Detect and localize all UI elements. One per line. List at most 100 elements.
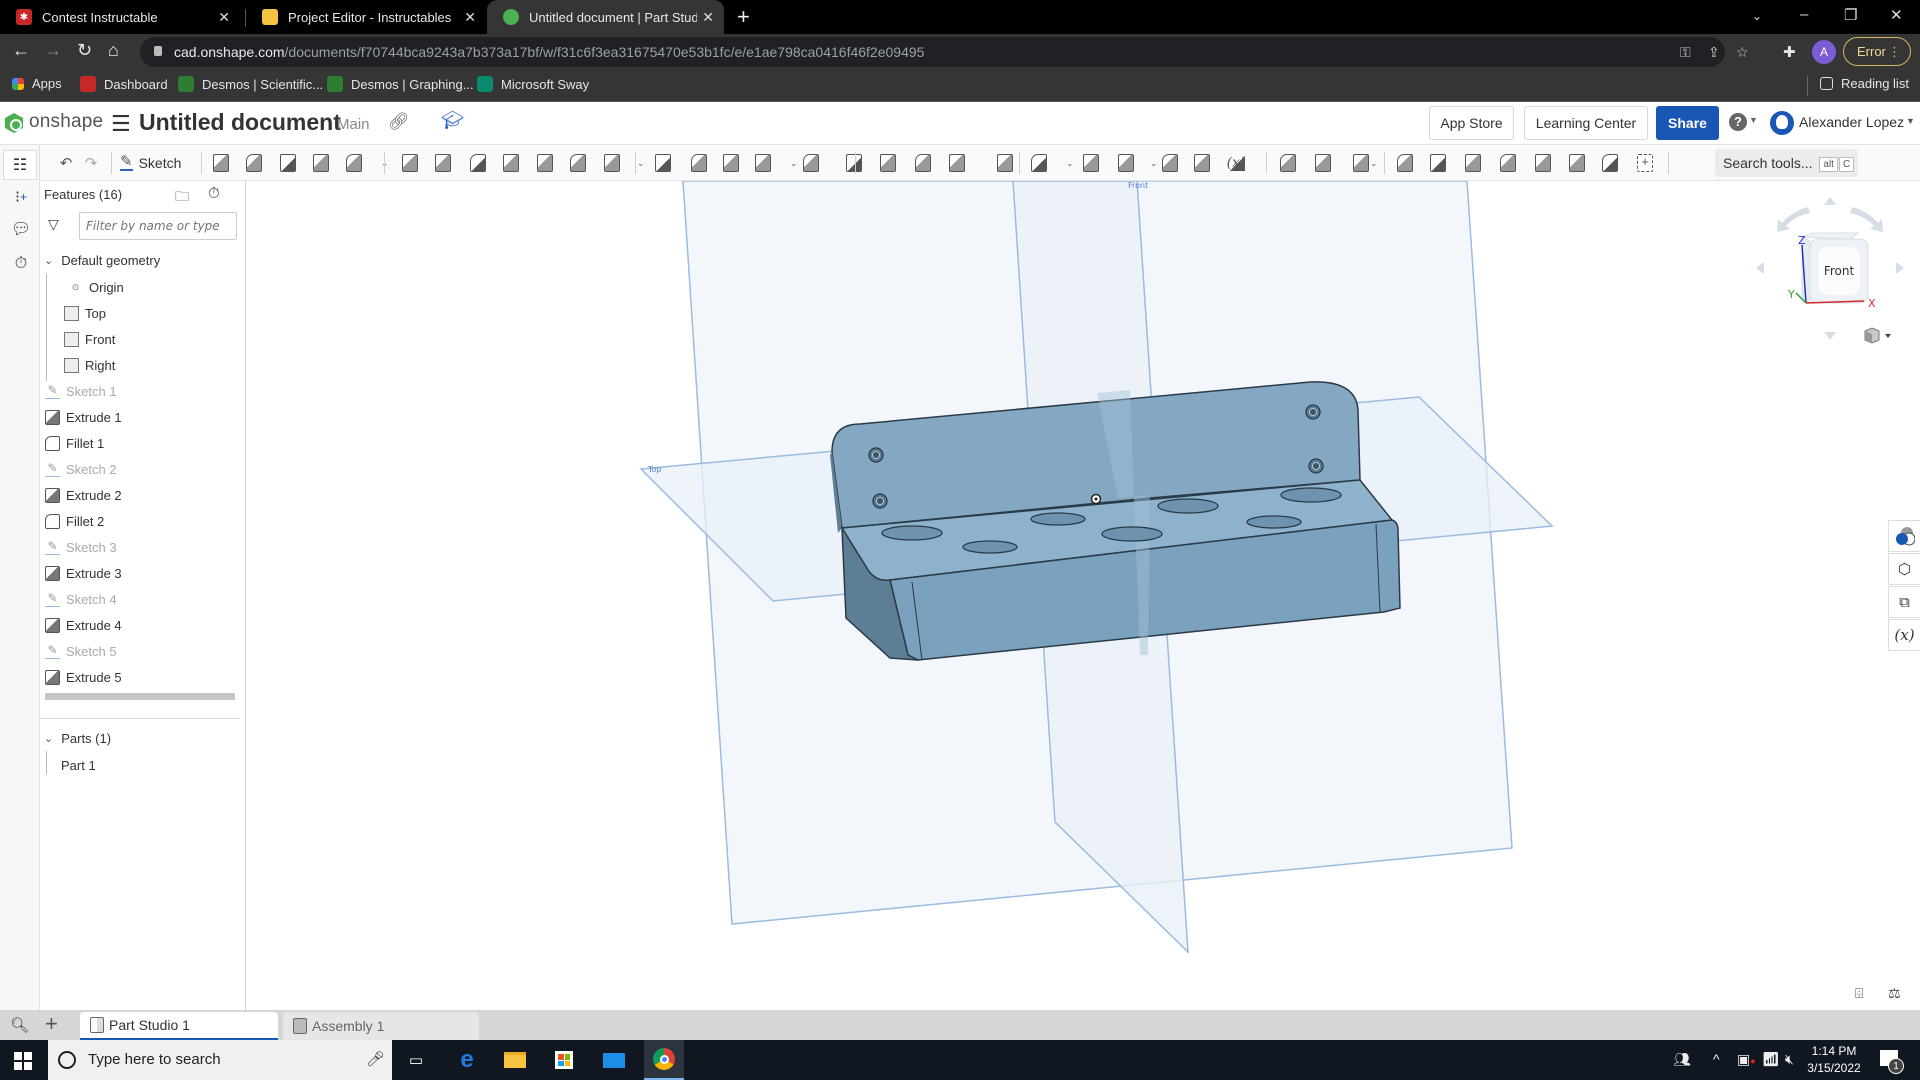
frame-trim-tool-icon[interactable]	[1462, 152, 1484, 174]
learning-center-button[interactable]: Learning Center	[1524, 106, 1648, 140]
bookmark-apps[interactable]: Apps	[12, 76, 62, 91]
show-hidden-icons[interactable]: ^	[1713, 1051, 1720, 1067]
close-window-button[interactable]: ✕	[1890, 6, 1903, 24]
add-tab-button[interactable]: +	[45, 1011, 58, 1037]
plane-tool-icon[interactable]	[1028, 152, 1050, 174]
chevron-down-icon[interactable]: ⌄	[1150, 158, 1158, 169]
microsoft-store-icon[interactable]	[550, 1046, 578, 1074]
graduation-cap-icon[interactable]: 🎓︎	[441, 110, 464, 131]
fillet-tool-icon[interactable]	[399, 152, 421, 174]
parts-group[interactable]: ⌄ Parts (1)	[44, 726, 111, 750]
chrome-icon[interactable]	[644, 1040, 684, 1080]
chevron-down-icon[interactable]: ⌄	[1370, 158, 1378, 169]
reload-icon[interactable]: ↻	[77, 40, 92, 61]
revolve-tool-icon[interactable]	[243, 152, 265, 174]
3d-scene[interactable]: Top Front	[246, 181, 1920, 1010]
part-item[interactable]: Part 1	[61, 753, 96, 777]
feature-item[interactable]: ✎ Sketch 3	[45, 535, 117, 559]
chevron-down-icon[interactable]: ⌄	[790, 158, 798, 169]
extensions-puzzle-icon[interactable]: ✚	[1783, 43, 1796, 61]
extrude-tool-icon[interactable]	[210, 152, 232, 174]
back-arrow-icon[interactable]: ←	[12, 40, 30, 61]
browser-tab[interactable]: ✱ Contest Instructable ✕	[0, 0, 240, 34]
finish-sheet-metal-tool-icon[interactable]	[1599, 152, 1621, 174]
feature-item[interactable]: Extrude 4	[45, 613, 122, 637]
chevron-down-icon[interactable]: ▼	[1906, 116, 1915, 126]
tab-part-studio-1[interactable]: Part Studio 1	[80, 1012, 278, 1040]
feature-item[interactable]: Fillet 2	[45, 509, 104, 533]
graphics-viewport[interactable]: Top Front	[246, 181, 1920, 1010]
feature-item[interactable]: Extrude 1	[45, 405, 122, 429]
transform-tool-icon[interactable]	[752, 152, 774, 174]
rib-tool-icon[interactable]	[500, 152, 522, 174]
default-geometry-item[interactable]: Right	[64, 353, 115, 377]
comments-icon[interactable]: 💬︎	[10, 218, 32, 240]
variable-tool-icon[interactable]: (x)	[1225, 152, 1247, 174]
share-button[interactable]: Share	[1656, 106, 1719, 140]
view-cube[interactable]: Z X Y Front	[1740, 185, 1920, 355]
reading-list[interactable]: Reading list	[1820, 76, 1909, 91]
mate-connector-tool-icon[interactable]	[1159, 152, 1181, 174]
default-geometry-item[interactable]: Front	[64, 327, 115, 351]
feature-item[interactable]: ✎ Sketch 1	[45, 379, 117, 403]
loft-tool-icon[interactable]	[310, 152, 332, 174]
feature-item[interactable]: Extrude 2	[45, 483, 122, 507]
sketch-button[interactable]: ✎ Sketch	[120, 152, 181, 174]
close-tab-icon[interactable]: ✕	[464, 9, 476, 26]
user-avatar-icon[interactable]	[1770, 111, 1794, 135]
mail-icon[interactable]	[600, 1046, 628, 1074]
shell-tool-icon[interactable]	[534, 152, 556, 174]
bookmark-dashboard[interactable]: Dashboard	[80, 76, 168, 92]
browser-tab[interactable]: Project Editor - Instructables ✕	[246, 0, 486, 34]
mirror-tool-icon[interactable]	[652, 152, 674, 174]
feature-timer-icon[interactable]: ⏱︎	[10, 253, 32, 275]
custom-features-panel-icon[interactable]: ⧉	[1888, 586, 1920, 618]
user-name[interactable]: Alexander Lopez	[1799, 114, 1904, 130]
feature-list-icon[interactable]: ☷	[3, 150, 37, 180]
task-view-icon[interactable]: ▭	[402, 1046, 430, 1074]
microphone-icon[interactable]: 🎤︎	[366, 1050, 385, 1068]
key-icon[interactable]: ⚿	[1680, 44, 1691, 61]
hole-tool-icon[interactable]	[567, 152, 589, 174]
bookmark-desmos-graphing[interactable]: Desmos | Graphing...	[327, 76, 474, 92]
document-title[interactable]: Untitled document	[139, 109, 341, 136]
replace-face-tool-icon[interactable]	[946, 152, 968, 174]
error-button[interactable]: Error ⋮	[1843, 37, 1911, 66]
edge-icon[interactable]: e	[453, 1046, 481, 1074]
extend-tool-icon[interactable]	[1532, 152, 1554, 174]
insert-feature-icon[interactable]: ⁝ +	[10, 186, 32, 208]
default-geometry-item[interactable]: Top	[64, 301, 106, 325]
variables-panel-icon[interactable]: (x)	[1888, 619, 1920, 651]
bend-relief-tool-icon[interactable]	[1566, 152, 1588, 174]
close-tab-icon[interactable]: ✕	[702, 9, 714, 26]
helix-tool-icon[interactable]	[1080, 152, 1102, 174]
new-tab-button[interactable]: +	[737, 4, 750, 30]
tab-search-chevron-icon[interactable]: ⌄	[1752, 9, 1762, 23]
chevron-down-icon[interactable]: ⌄	[1066, 158, 1074, 169]
configurations-tool-icon[interactable]	[1277, 152, 1299, 174]
thicken-tool-icon[interactable]	[343, 152, 365, 174]
minimize-button[interactable]: –	[1800, 6, 1808, 23]
chevron-down-icon[interactable]: ▼	[1749, 115, 1758, 125]
curve-tool-icon[interactable]	[1115, 152, 1137, 174]
bookmark-star-icon[interactable]: ☆	[1736, 44, 1749, 61]
bookmark-microsoft-sway[interactable]: Microsoft Sway	[477, 76, 589, 92]
filter-input[interactable]	[79, 212, 237, 240]
search-tools-input[interactable]: Search tools... alt C	[1715, 149, 1858, 177]
file-explorer-icon[interactable]	[501, 1046, 529, 1074]
delete-part-tool-icon[interactable]	[800, 152, 822, 174]
security-alert-icon[interactable]: ▣●	[1737, 1051, 1756, 1068]
share-page-icon[interactable]: ⇪	[1708, 44, 1720, 61]
sheet-metal-tool-icon[interactable]	[1312, 152, 1334, 174]
default-geometry-item[interactable]: ⊙ Origin	[64, 275, 124, 299]
help-icon[interactable]: ?	[1729, 113, 1747, 131]
move-face-tool-icon[interactable]	[912, 152, 934, 174]
modify-fillet-tool-icon[interactable]	[843, 152, 865, 174]
windows-start-icon[interactable]	[14, 1052, 32, 1070]
branch-label[interactable]: Main	[337, 116, 370, 133]
profile-avatar[interactable]: A	[1812, 40, 1836, 64]
frame-tool-icon[interactable]	[1427, 152, 1449, 174]
feature-item[interactable]: ✎ Sketch 5	[45, 639, 117, 663]
feature-item[interactable]: Extrude 5	[45, 665, 122, 689]
split-tool-icon[interactable]	[720, 152, 742, 174]
